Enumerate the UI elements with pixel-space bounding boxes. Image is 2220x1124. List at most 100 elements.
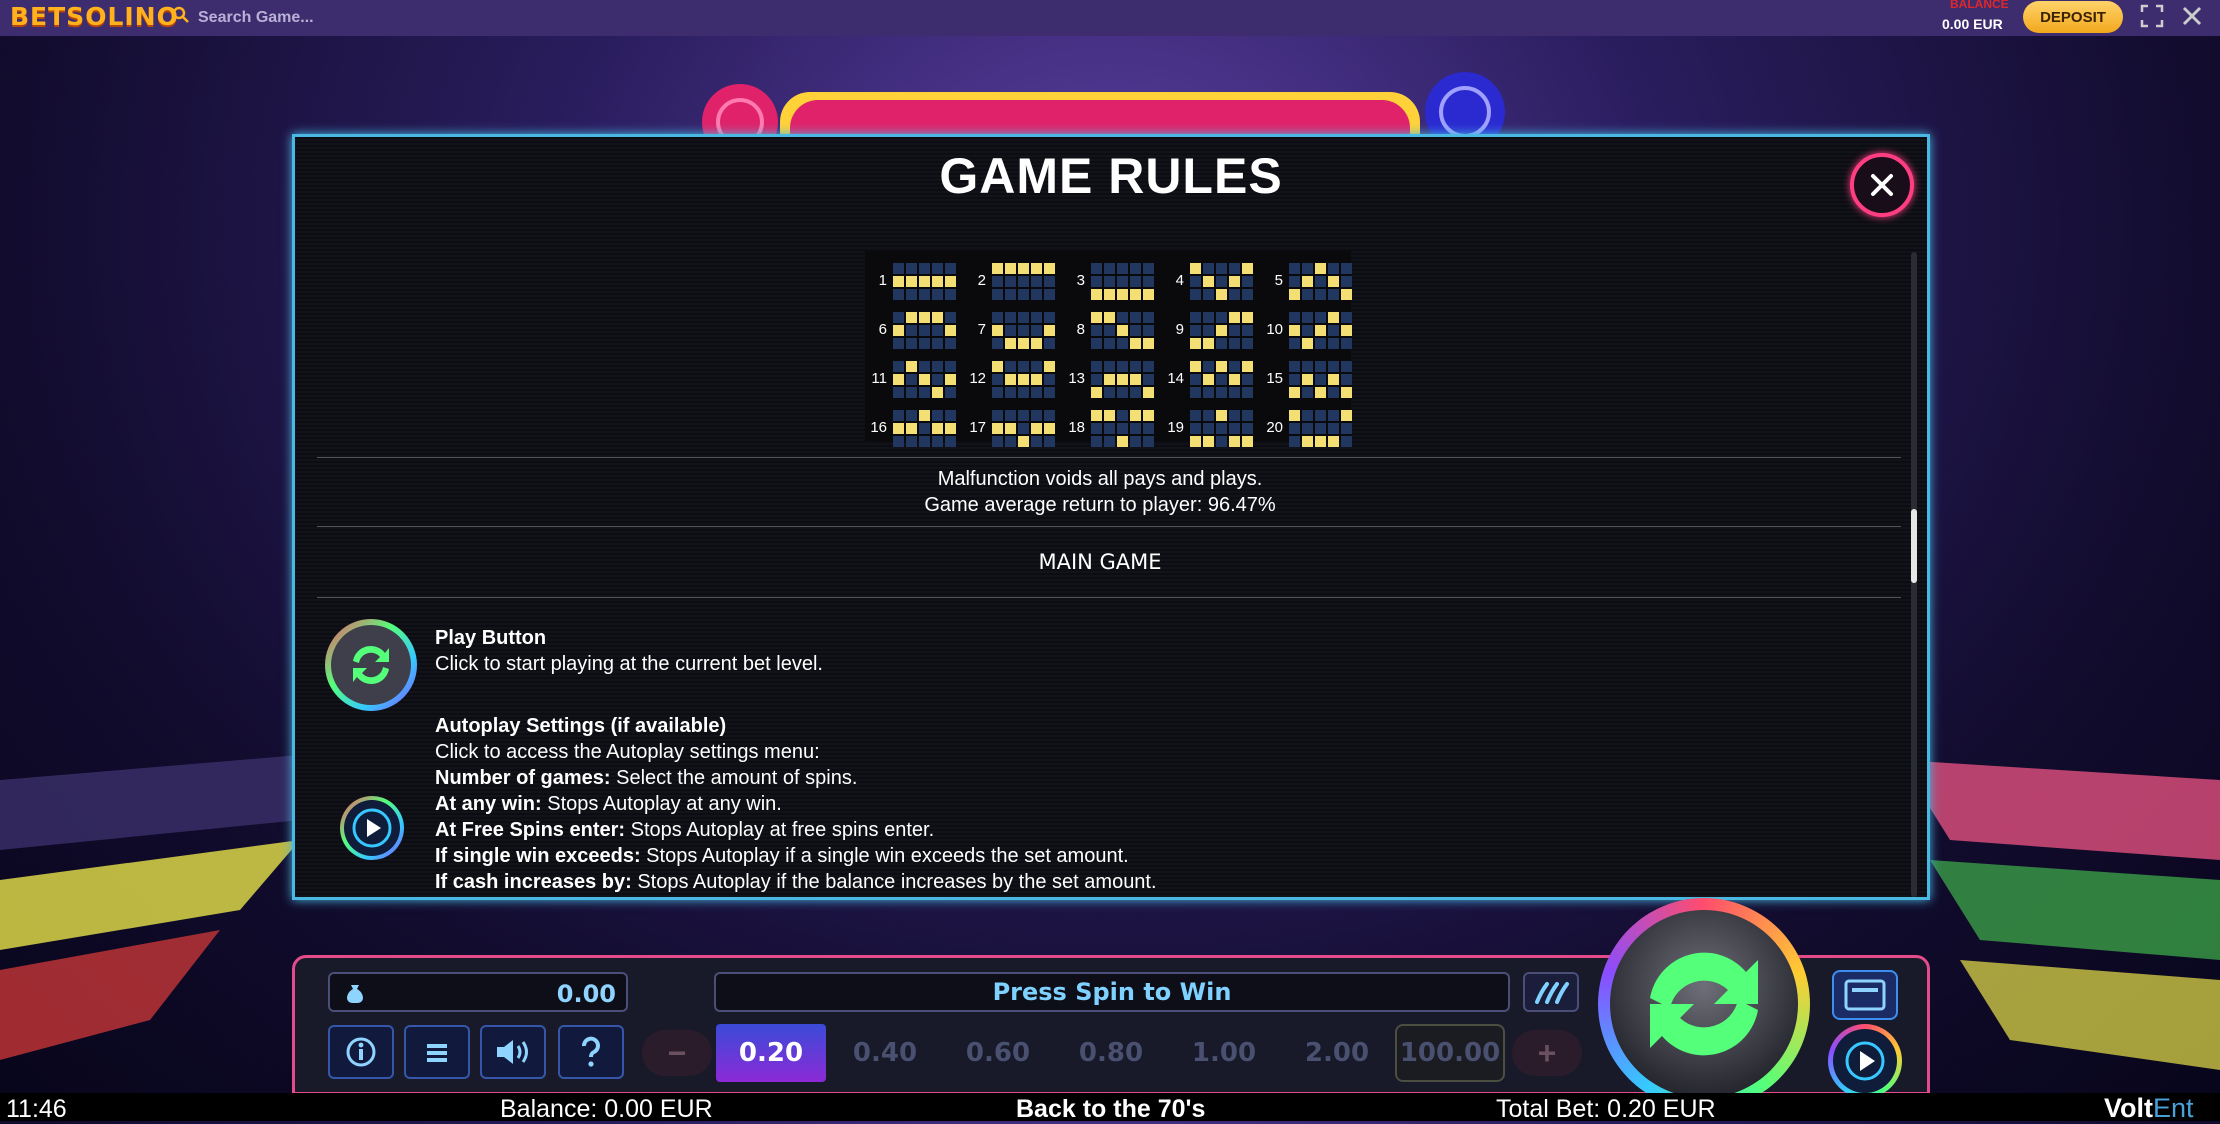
payline-cell: [1302, 436, 1313, 447]
payline-cell: [1018, 338, 1029, 349]
payline-cell: [1005, 312, 1016, 323]
payline-cell: [1190, 387, 1201, 398]
payline-cell: [1242, 374, 1253, 385]
payline-cell: [1341, 312, 1352, 323]
payline-number: 9: [1175, 321, 1184, 338]
menu-button[interactable]: [404, 1025, 470, 1079]
bet-option[interactable]: 0.80: [1056, 1024, 1166, 1082]
bet-decrease-button[interactable]: −: [642, 1030, 712, 1076]
payline-pattern: [1091, 312, 1154, 350]
payline-cell: [906, 387, 917, 398]
info-button[interactable]: [328, 1025, 394, 1079]
payline-cell: [1190, 374, 1201, 385]
payline-cell: [1341, 410, 1352, 421]
payline-pattern: [992, 312, 1055, 350]
info-balance: Balance: 0.00 EUR: [500, 1095, 713, 1123]
payline-cell: [1216, 312, 1227, 323]
payline-cell: [1018, 410, 1029, 421]
payline-cell: [906, 325, 917, 336]
payline-cell: [1091, 361, 1102, 372]
search-input[interactable]: [196, 4, 560, 32]
payline-cell: [1031, 338, 1042, 349]
deposit-button[interactable]: DEPOSIT: [2023, 1, 2123, 33]
close-window-icon[interactable]: [2180, 4, 2204, 28]
payline-cell: [1091, 410, 1102, 421]
payline-cell: [1229, 423, 1240, 434]
bet-option[interactable]: 0.20: [716, 1024, 826, 1082]
game-settings-button[interactable]: [1832, 970, 1898, 1020]
section-title: MAIN GAME: [1038, 550, 1162, 574]
turbo-button[interactable]: [1523, 972, 1579, 1012]
payline-cell: [1203, 263, 1214, 274]
speaker-icon: [497, 1040, 528, 1064]
casino-logo[interactable]: BETSOLINO: [10, 2, 179, 31]
payline-cell: [1190, 325, 1201, 336]
payline-cell: [906, 436, 917, 447]
payline-cell: [1203, 387, 1214, 398]
spin-button[interactable]: [1598, 898, 1810, 1110]
payline-cell: [1091, 312, 1102, 323]
payline-cell: [932, 387, 943, 398]
bet-option[interactable]: 0.60: [943, 1024, 1053, 1082]
payline-pattern: [1091, 361, 1154, 399]
payline-cell: [932, 263, 943, 274]
payline-cell: [1229, 387, 1240, 398]
payline-cell: [945, 312, 956, 323]
rtp-text: Game average return to player: 96.47%: [924, 494, 1276, 516]
payline-cell: [1143, 436, 1154, 447]
payline-cell: [1130, 361, 1141, 372]
payline-cell: [1104, 423, 1115, 434]
payline-cell: [1242, 423, 1253, 434]
payline-cell: [1216, 263, 1227, 274]
payline-cell: [1130, 374, 1141, 385]
autoplay-button[interactable]: [1828, 1024, 1902, 1098]
payline-cell: [1341, 374, 1352, 385]
help-button[interactable]: [558, 1025, 624, 1079]
payline-cell: [919, 423, 930, 434]
bet-increase-button[interactable]: +: [1512, 1030, 1582, 1076]
payline-cell: [1044, 325, 1055, 336]
payline-cell: [1315, 312, 1326, 323]
payline-cell: [1104, 387, 1115, 398]
scroll-thumb[interactable]: [1911, 509, 1917, 583]
payline-number: 2: [977, 272, 986, 289]
payline-cell: [1328, 423, 1339, 434]
payline-cell: [1091, 263, 1102, 274]
payline-cell: [1289, 338, 1300, 349]
sound-button[interactable]: [480, 1025, 546, 1079]
payline-cell: [906, 410, 917, 421]
autoplay-option-label: At Free Spins enter:: [435, 819, 626, 841]
bet-option[interactable]: 1.00: [1169, 1024, 1279, 1082]
payline-cell: [1044, 361, 1055, 372]
autoplay-rule-title: Autoplay Settings (if available): [435, 715, 727, 737]
payline-cell: [1143, 387, 1154, 398]
autoplay-option: At any win: Stops Autoplay at any win.: [435, 791, 1157, 817]
menu-icon: [427, 1044, 447, 1062]
search-icon[interactable]: [172, 6, 190, 24]
payline-cell: [1203, 289, 1214, 300]
fullscreen-icon[interactable]: [2140, 4, 2164, 28]
payline-cell: [1289, 423, 1300, 434]
payline-cell: [1018, 436, 1029, 447]
bet-option[interactable]: 100.00: [1395, 1024, 1505, 1082]
payline-cell: [1130, 338, 1141, 349]
payline-number: 13: [1068, 370, 1085, 387]
payline-cell: [906, 263, 917, 274]
payline-cell: [945, 361, 956, 372]
payline-cell: [1302, 312, 1313, 323]
payline-cell: [945, 325, 956, 336]
payline-cell: [992, 263, 1003, 274]
payline-cell: [1216, 361, 1227, 372]
payline-cell: [1328, 436, 1339, 447]
bet-option[interactable]: 2.00: [1282, 1024, 1392, 1082]
payline-cell: [1104, 263, 1115, 274]
autoplay-option: Number of games: Select the amount of sp…: [435, 765, 1157, 791]
payline-cell: [1216, 410, 1227, 421]
modal-close-button[interactable]: [1850, 153, 1914, 217]
payline-number: 20: [1266, 419, 1283, 436]
payline-cell: [1229, 338, 1240, 349]
bet-option[interactable]: 0.40: [830, 1024, 940, 1082]
payline-cell: [906, 338, 917, 349]
payline-cell: [1091, 325, 1102, 336]
payline-cell: [1341, 325, 1352, 336]
